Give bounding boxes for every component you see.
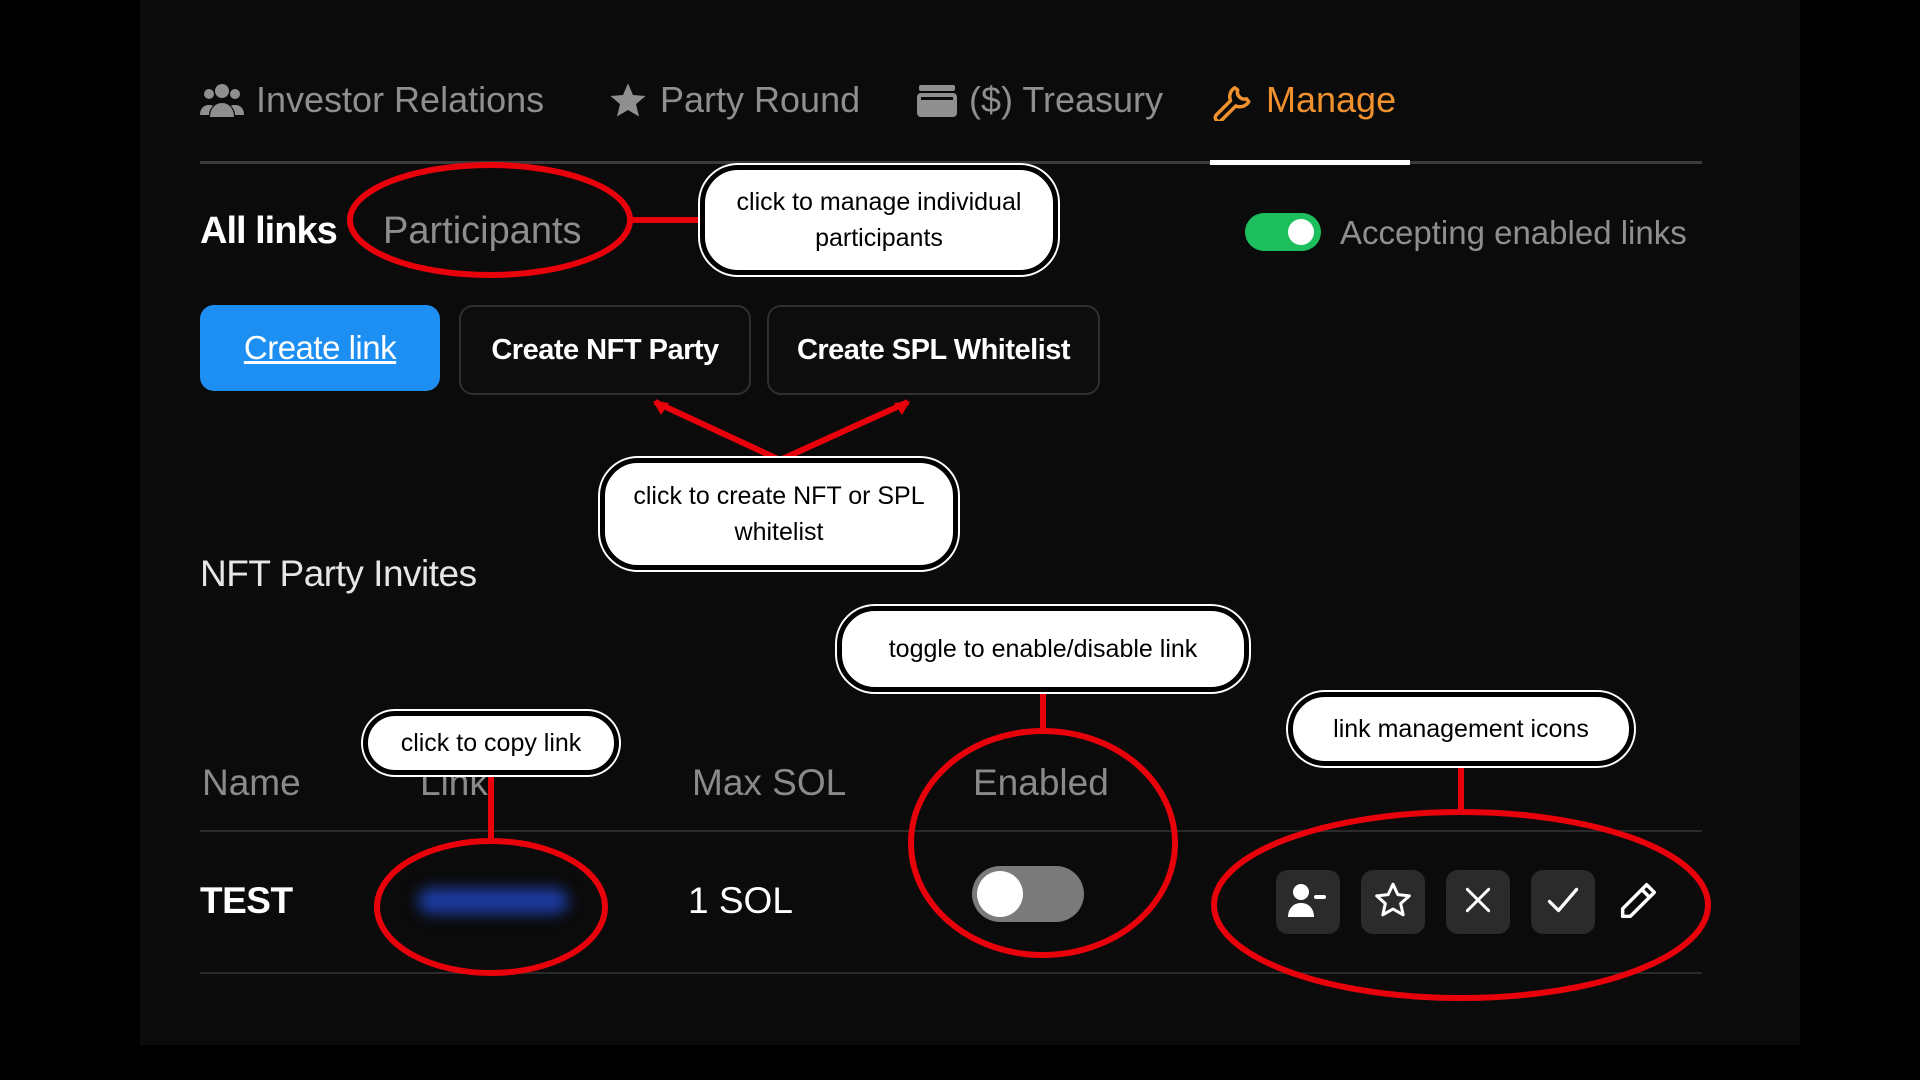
user-minus-icon bbox=[1288, 883, 1328, 922]
annotation-copy: click to copy link bbox=[363, 711, 619, 775]
approve-button[interactable] bbox=[1531, 870, 1595, 934]
table-row-divider bbox=[200, 972, 1702, 974]
star-outline-icon bbox=[1373, 880, 1413, 925]
section-title: NFT Party Invites bbox=[200, 553, 477, 594]
link-enabled-toggle[interactable] bbox=[972, 866, 1084, 922]
create-nft-party-button[interactable]: Create NFT Party bbox=[459, 305, 751, 395]
tab-label: Party Round bbox=[660, 79, 861, 120]
tab-label: Manage bbox=[1266, 79, 1397, 120]
tab-party-round[interactable]: Party Round bbox=[608, 78, 860, 122]
tab-treasury[interactable]: ($) Treasury bbox=[917, 78, 1163, 122]
close-icon bbox=[1462, 884, 1494, 921]
annotation-participants: click to manage individual participants bbox=[700, 165, 1058, 275]
active-tab-indicator bbox=[1210, 160, 1410, 165]
wallet-icon bbox=[917, 81, 957, 119]
toggle-knob bbox=[977, 871, 1023, 917]
remove-participant-button[interactable] bbox=[1276, 870, 1340, 934]
check-icon bbox=[1545, 882, 1581, 923]
toggle-knob bbox=[1288, 219, 1314, 245]
create-spl-whitelist-button[interactable]: Create SPL Whitelist bbox=[767, 305, 1100, 395]
row-name: TEST bbox=[200, 880, 293, 921]
subtab-all-links[interactable]: All links bbox=[200, 210, 338, 253]
wrench-icon bbox=[1212, 79, 1254, 121]
table-header-divider bbox=[200, 830, 1702, 832]
accepting-links-toggle[interactable] bbox=[1245, 213, 1321, 251]
tab-investor-relations[interactable]: Investor Relations bbox=[200, 78, 544, 122]
row-max-sol: 1 SOL bbox=[688, 880, 793, 921]
star-icon bbox=[608, 80, 648, 120]
star-button[interactable] bbox=[1361, 870, 1425, 934]
users-icon bbox=[200, 81, 244, 119]
edit-button[interactable] bbox=[1613, 878, 1663, 928]
column-header-max-sol: Max SOL bbox=[692, 762, 847, 803]
tab-divider bbox=[200, 161, 1702, 164]
tab-label: Investor Relations bbox=[256, 79, 545, 120]
disable-button[interactable] bbox=[1446, 870, 1510, 934]
tab-manage[interactable]: Manage bbox=[1212, 78, 1396, 122]
subtab-participants[interactable]: Participants bbox=[383, 210, 582, 253]
annotation-create: click to create NFT or SPL whitelist bbox=[600, 458, 958, 570]
column-header-name: Name bbox=[202, 762, 301, 803]
pencil-icon bbox=[1615, 878, 1661, 929]
create-link-button[interactable]: Create link bbox=[200, 305, 440, 391]
column-header-enabled: Enabled bbox=[973, 762, 1109, 803]
annotation-toggle: toggle to enable/disable link bbox=[837, 606, 1249, 692]
tab-label: ($) Treasury bbox=[969, 79, 1164, 120]
annotation-icons: link management icons bbox=[1288, 692, 1634, 766]
accepting-links-label: Accepting enabled links bbox=[1340, 214, 1687, 251]
copy-link[interactable] bbox=[418, 888, 568, 914]
